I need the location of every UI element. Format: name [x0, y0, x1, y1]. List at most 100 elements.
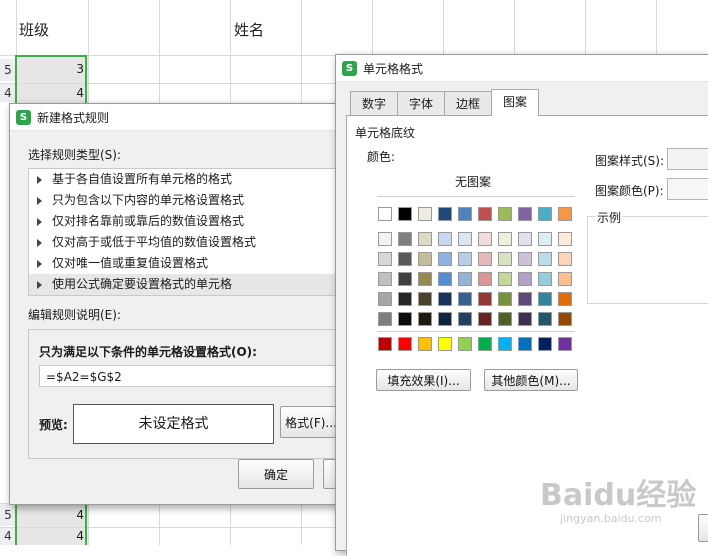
color-swatch[interactable] [558, 292, 572, 306]
row-number[interactable]: 5 [0, 504, 16, 526]
color-swatch[interactable] [418, 272, 432, 286]
color-swatch[interactable] [518, 292, 532, 306]
formula-input[interactable]: =$A2=$G$2 [39, 365, 349, 387]
standard-color-swatch[interactable] [398, 337, 412, 351]
color-swatch[interactable] [418, 252, 432, 266]
color-swatch[interactable] [378, 207, 392, 221]
color-swatch[interactable] [418, 207, 432, 221]
standard-color-swatch[interactable] [378, 337, 392, 351]
color-swatch[interactable] [538, 252, 552, 266]
cell-shading-section-title: 单元格底纹 [355, 126, 416, 140]
color-swatch[interactable] [398, 207, 412, 221]
color-swatch[interactable] [538, 207, 552, 221]
tab-pattern[interactable]: 图案 [491, 89, 540, 116]
color-swatch[interactable] [478, 312, 492, 326]
standard-color-swatch[interactable] [438, 337, 452, 351]
color-swatch[interactable] [458, 252, 472, 266]
color-swatch[interactable] [378, 272, 392, 286]
color-swatch[interactable] [538, 272, 552, 286]
standard-color-swatch[interactable] [558, 337, 572, 351]
color-swatch[interactable] [418, 312, 432, 326]
color-swatch[interactable] [458, 272, 472, 286]
color-swatch[interactable] [498, 252, 512, 266]
format-button[interactable]: 格式(F)... [280, 406, 342, 438]
rule-type-item[interactable]: 基于各自值设置所有单元格的格式 [29, 169, 345, 190]
row-number[interactable]: 4 [0, 528, 16, 545]
color-swatch[interactable] [518, 272, 532, 286]
standard-color-swatch[interactable] [458, 337, 472, 351]
no-pattern-option[interactable]: 无图案 [455, 173, 491, 190]
pattern-style-select[interactable] [667, 148, 708, 170]
color-swatch[interactable] [478, 292, 492, 306]
color-swatch[interactable] [518, 252, 532, 266]
fill-effects-button[interactable]: 填充效果(I)... [376, 369, 471, 391]
standard-color-swatch[interactable] [538, 337, 552, 351]
rule-type-item[interactable]: 仅对高于或低于平均值的数值设置格式 [29, 232, 345, 253]
tab-number[interactable]: 数字 [350, 91, 399, 116]
rule-type-item[interactable]: 只为包含以下内容的单元格设置格式 [29, 190, 345, 211]
standard-color-swatch[interactable] [498, 337, 512, 351]
color-swatch[interactable] [558, 207, 572, 221]
color-swatch[interactable] [498, 207, 512, 221]
color-swatch[interactable] [498, 292, 512, 306]
color-swatch[interactable] [498, 312, 512, 326]
ok-button-partial[interactable] [698, 514, 708, 542]
rule-type-item[interactable]: 仅对唯一值或重复值设置格式 [29, 253, 345, 274]
color-swatch[interactable] [538, 312, 552, 326]
color-swatch[interactable] [478, 272, 492, 286]
color-swatch[interactable] [418, 232, 432, 246]
color-swatch[interactable] [378, 312, 392, 326]
standard-color-swatch[interactable] [518, 337, 532, 351]
row-number[interactable]: 5 [0, 59, 16, 81]
expand-arrow-icon [37, 217, 42, 226]
expand-arrow-icon [37, 238, 42, 247]
color-swatch[interactable] [398, 252, 412, 266]
color-swatch[interactable] [538, 232, 552, 246]
color-swatch[interactable] [398, 232, 412, 246]
row-number[interactable]: 4 [0, 84, 16, 102]
color-swatch[interactable] [458, 232, 472, 246]
dialog-titlebar[interactable]: S 新建格式规则 [10, 104, 340, 131]
color-swatch[interactable] [558, 232, 572, 246]
ok-button[interactable]: 确定 [238, 459, 314, 489]
pattern-color-select[interactable] [667, 178, 708, 200]
palette-divider [377, 196, 575, 197]
color-swatch[interactable] [518, 207, 532, 221]
color-swatch[interactable] [438, 252, 452, 266]
color-swatch[interactable] [498, 272, 512, 286]
tab-font[interactable]: 字体 [397, 91, 446, 116]
color-swatch[interactable] [398, 272, 412, 286]
color-swatch[interactable] [558, 252, 572, 266]
color-swatch[interactable] [498, 232, 512, 246]
color-swatch[interactable] [518, 312, 532, 326]
color-swatch[interactable] [458, 292, 472, 306]
rule-type-item[interactable]: 仅对排名靠前或靠后的数值设置格式 [29, 211, 345, 232]
color-swatch[interactable] [438, 207, 452, 221]
tab-border[interactable]: 边框 [444, 91, 493, 116]
color-swatch[interactable] [378, 232, 392, 246]
color-swatch[interactable] [558, 312, 572, 326]
more-colors-button[interactable]: 其他颜色(M)... [484, 369, 578, 391]
standard-color-swatch[interactable] [478, 337, 492, 351]
color-swatch[interactable] [418, 292, 432, 306]
color-swatch[interactable] [478, 232, 492, 246]
color-swatch[interactable] [438, 232, 452, 246]
color-swatch[interactable] [378, 252, 392, 266]
color-swatch[interactable] [438, 272, 452, 286]
color-swatch[interactable] [558, 272, 572, 286]
dialog-titlebar[interactable]: S 单元格格式 [336, 55, 708, 82]
color-swatch[interactable] [538, 292, 552, 306]
rule-type-item-selected[interactable]: 使用公式确定要设置格式的单元格 [29, 274, 345, 295]
color-swatch[interactable] [438, 312, 452, 326]
color-swatch[interactable] [438, 292, 452, 306]
color-swatch[interactable] [478, 252, 492, 266]
color-swatch[interactable] [518, 232, 532, 246]
color-swatch[interactable] [458, 207, 472, 221]
color-swatch[interactable] [458, 312, 472, 326]
color-swatch[interactable] [378, 292, 392, 306]
rule-type-list[interactable]: 基于各自值设置所有单元格的格式 只为包含以下内容的单元格设置格式 仅对排名靠前或… [28, 168, 346, 296]
standard-color-swatch[interactable] [418, 337, 432, 351]
color-swatch[interactable] [478, 207, 492, 221]
color-swatch[interactable] [398, 292, 412, 306]
color-swatch[interactable] [398, 312, 412, 326]
